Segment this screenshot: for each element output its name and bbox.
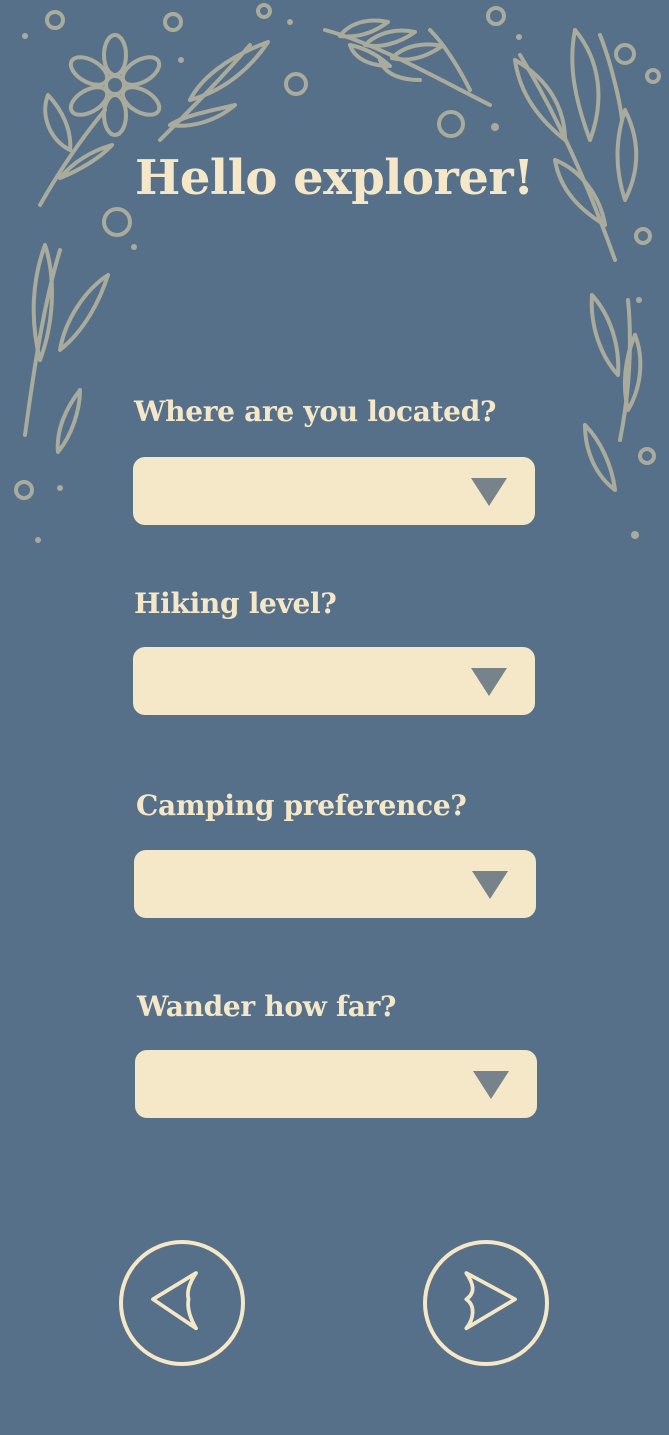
location-label: Where are you located? [134,395,497,428]
dropdown-caret-icon [471,478,507,506]
dropdown-caret-icon [473,1071,509,1099]
hiking-level-label: Hiking level? [134,587,337,620]
wander-distance-label: Wander how far? [137,990,397,1023]
wander-distance-select[interactable] [135,1050,537,1118]
dropdown-caret-icon [471,668,507,696]
page-title: Hello explorer! [135,150,534,206]
location-select[interactable] [133,457,535,525]
next-button[interactable] [423,1240,549,1366]
camping-preference-label: Camping preference? [136,789,467,822]
forward-arrow-icon [464,1271,517,1331]
dropdown-caret-icon [472,871,508,899]
screen: Hello explorer! Where are you located? H… [0,0,669,1435]
hiking-level-select[interactable] [133,647,535,715]
back-button[interactable] [119,1240,245,1366]
back-arrow-icon [151,1271,198,1331]
camping-preference-select[interactable] [134,850,536,918]
